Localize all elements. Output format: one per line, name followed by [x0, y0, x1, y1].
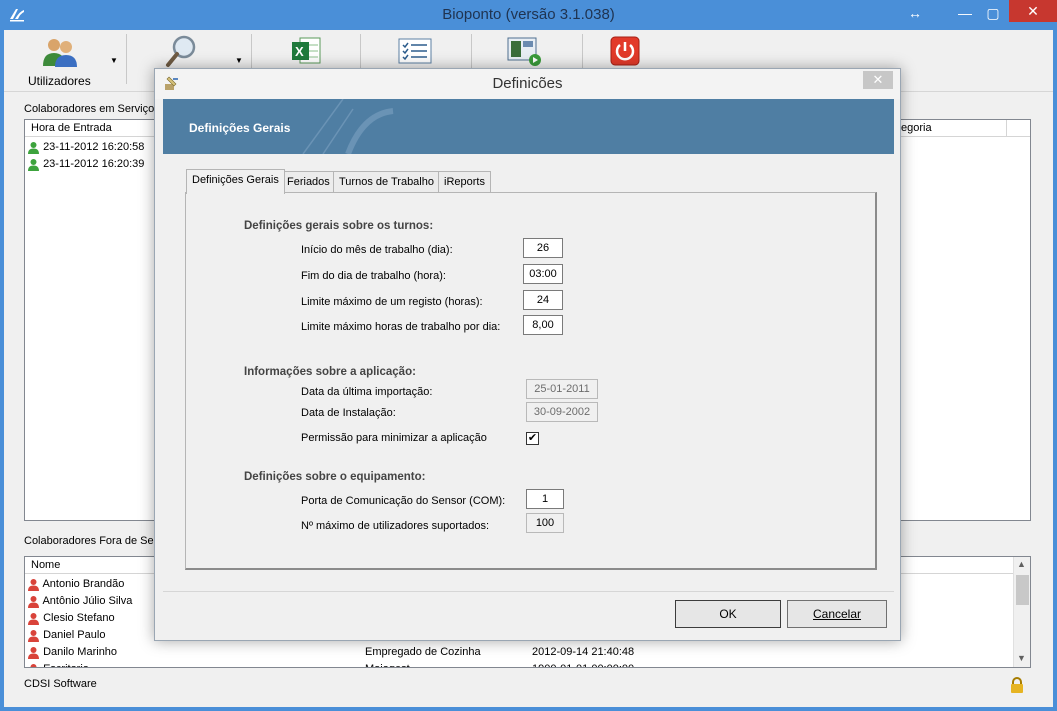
dialog-title-bar[interactable]: Definicões ✕	[155, 69, 900, 99]
users-dropdown-arrow-icon[interactable]: ▼	[110, 56, 118, 65]
window-title: Bioponto (versão 3.1.038)	[442, 6, 615, 23]
list-item[interactable]: 23-11-2012 16:20:39	[27, 156, 144, 173]
maximize-button[interactable]: ▢	[980, 4, 1006, 22]
resize-icon[interactable]: ↔	[902, 4, 928, 22]
field-label-com-port: Porta de Comunicação do Sensor (COM):	[301, 495, 506, 507]
user-inactive-icon	[28, 612, 39, 625]
field-label-max-users: Nº máximo de utilizadores suportados:	[301, 520, 490, 532]
employee-name: Daniel Paulo	[43, 629, 106, 641]
power-off-icon[interactable]	[610, 36, 640, 66]
user-active-icon	[28, 141, 39, 154]
employee-name: Antônio Júlio Silva	[42, 595, 133, 607]
ok-button[interactable]: OK	[675, 600, 781, 628]
entry-time: 23-11-2012 16:20:39	[43, 158, 145, 170]
search-dropdown-arrow-icon[interactable]: ▼	[235, 56, 243, 65]
dialog-banner: Definições Gerais	[163, 99, 894, 154]
cancel-button[interactable]: Cancelar	[787, 600, 887, 628]
svg-text:X: X	[295, 44, 304, 59]
user-inactive-icon	[28, 629, 39, 642]
users-button-label: Utilizadores	[28, 74, 91, 88]
users-icon	[43, 39, 77, 67]
employee-last-date: 2012-09-14 21:40:48	[532, 646, 635, 658]
out-of-service-label: Colaboradores Fora de Serviç	[24, 535, 171, 547]
field-label-install-date: Data de Instalação:	[301, 407, 396, 419]
excel-icon[interactable]: X	[290, 36, 322, 66]
list-item[interactable]: Danilo Marinho Empregado de Cozinha 2012-0…	[27, 644, 1011, 661]
minimize-button[interactable]: —	[952, 4, 978, 22]
banner-title: Definições Gerais	[189, 121, 291, 135]
toolbar-separator	[126, 34, 127, 84]
column-divider	[1006, 120, 1007, 137]
month-start-input[interactable]	[523, 238, 563, 258]
dialog-title: Definicões	[492, 75, 563, 92]
field-label-day-end: Fim do dia de trabalho (hora):	[301, 270, 446, 282]
employee-category: Empregado de Cozinha	[365, 646, 481, 658]
field-label-minimize: Permissão para minimizar a aplicação	[301, 432, 487, 444]
settings-dialog: Definicões ✕ Definições Gerais Definiçõe…	[154, 68, 901, 641]
section-title-equipment: Definições sobre o equipamento:	[244, 471, 426, 483]
banner-watermark-icon	[302, 99, 394, 154]
column-header-entry[interactable]: Hora de Entrada	[31, 122, 112, 134]
list-item[interactable]: Escritorio Mojagest 1900-01-01 00:00:00	[27, 661, 1011, 667]
lock-icon	[1011, 677, 1023, 693]
user-inactive-icon	[28, 595, 39, 608]
company-name: CDSI Software	[24, 678, 97, 690]
user-active-icon	[28, 158, 39, 171]
employee-last-date: 1900-01-01 00:00:00	[532, 661, 634, 667]
section-title-app-info: Informações sobre a aplicação:	[244, 366, 416, 378]
employee-name: Clesio Stefano	[43, 612, 115, 624]
user-inactive-icon	[28, 578, 39, 591]
field-label-month-start: Início do mês de trabalho (dia):	[301, 244, 453, 256]
install-date-input	[526, 402, 598, 422]
dialog-close-button[interactable]: ✕	[863, 71, 893, 89]
column-header-category[interactable]: egoria	[901, 122, 932, 134]
day-end-input[interactable]	[523, 264, 563, 284]
search-icon[interactable]	[164, 34, 200, 68]
section-title-shifts: Definições gerais sobre os turnos:	[244, 220, 434, 232]
in-service-label: Colaboradores em Serviço:	[24, 103, 158, 115]
minimize-checkbox[interactable]: ✔	[526, 432, 539, 445]
employee-name: Escritorio	[43, 663, 89, 667]
scroll-down-icon[interactable]: ▼	[1017, 653, 1026, 663]
field-label-last-import: Data da última importação:	[301, 386, 433, 398]
status-bar: CDSI Software	[4, 673, 1053, 707]
footer-divider	[163, 591, 894, 592]
tab-holidays[interactable]: Feriados	[281, 171, 336, 193]
user-inactive-icon	[30, 663, 37, 667]
column-header-name[interactable]: Nome	[31, 559, 60, 571]
tab-ireports[interactable]: iReports	[438, 171, 491, 193]
checklist-icon[interactable]	[398, 38, 432, 64]
com-port-input[interactable]	[526, 489, 564, 509]
max-users-input	[526, 513, 564, 533]
entry-time: 23-11-2012 16:20:58	[43, 141, 145, 153]
employee-category: Mojagest	[365, 661, 410, 667]
max-record-input[interactable]	[523, 290, 563, 310]
close-button[interactable]: ✕	[1009, 0, 1057, 22]
list-item[interactable]: 23-11-2012 16:20:58	[27, 139, 144, 156]
report-play-icon[interactable]	[506, 36, 542, 66]
employee-name: Danilo Marinho	[43, 646, 118, 658]
last-import-input	[526, 379, 598, 399]
field-label-max-daily-hours: Limite máximo horas de trabalho por dia:	[301, 321, 501, 333]
cancel-button-label: Cancelar	[812, 607, 862, 621]
max-daily-hours-input[interactable]	[523, 315, 563, 335]
users-button[interactable]: Utilizadores	[22, 32, 98, 90]
user-inactive-icon	[28, 646, 39, 659]
general-settings-panel: Definições gerais sobre os turnos: Iníci…	[185, 192, 877, 570]
title-bar[interactable]: Bioponto (versão 3.1.038) ↔ — ▢ ✕	[0, 0, 1057, 30]
scrollbar-thumb[interactable]	[1016, 575, 1029, 605]
employee-name: Antonio Brandão	[42, 578, 125, 590]
scroll-up-icon[interactable]: ▲	[1017, 559, 1026, 569]
tab-shifts[interactable]: Turnos de Trabalho	[333, 171, 440, 193]
field-label-max-record: Limite máximo de um registo (horas):	[301, 296, 483, 308]
vertical-scrollbar[interactable]: ▲ ▼	[1013, 557, 1030, 667]
tab-general[interactable]: Definições Gerais	[186, 169, 285, 194]
